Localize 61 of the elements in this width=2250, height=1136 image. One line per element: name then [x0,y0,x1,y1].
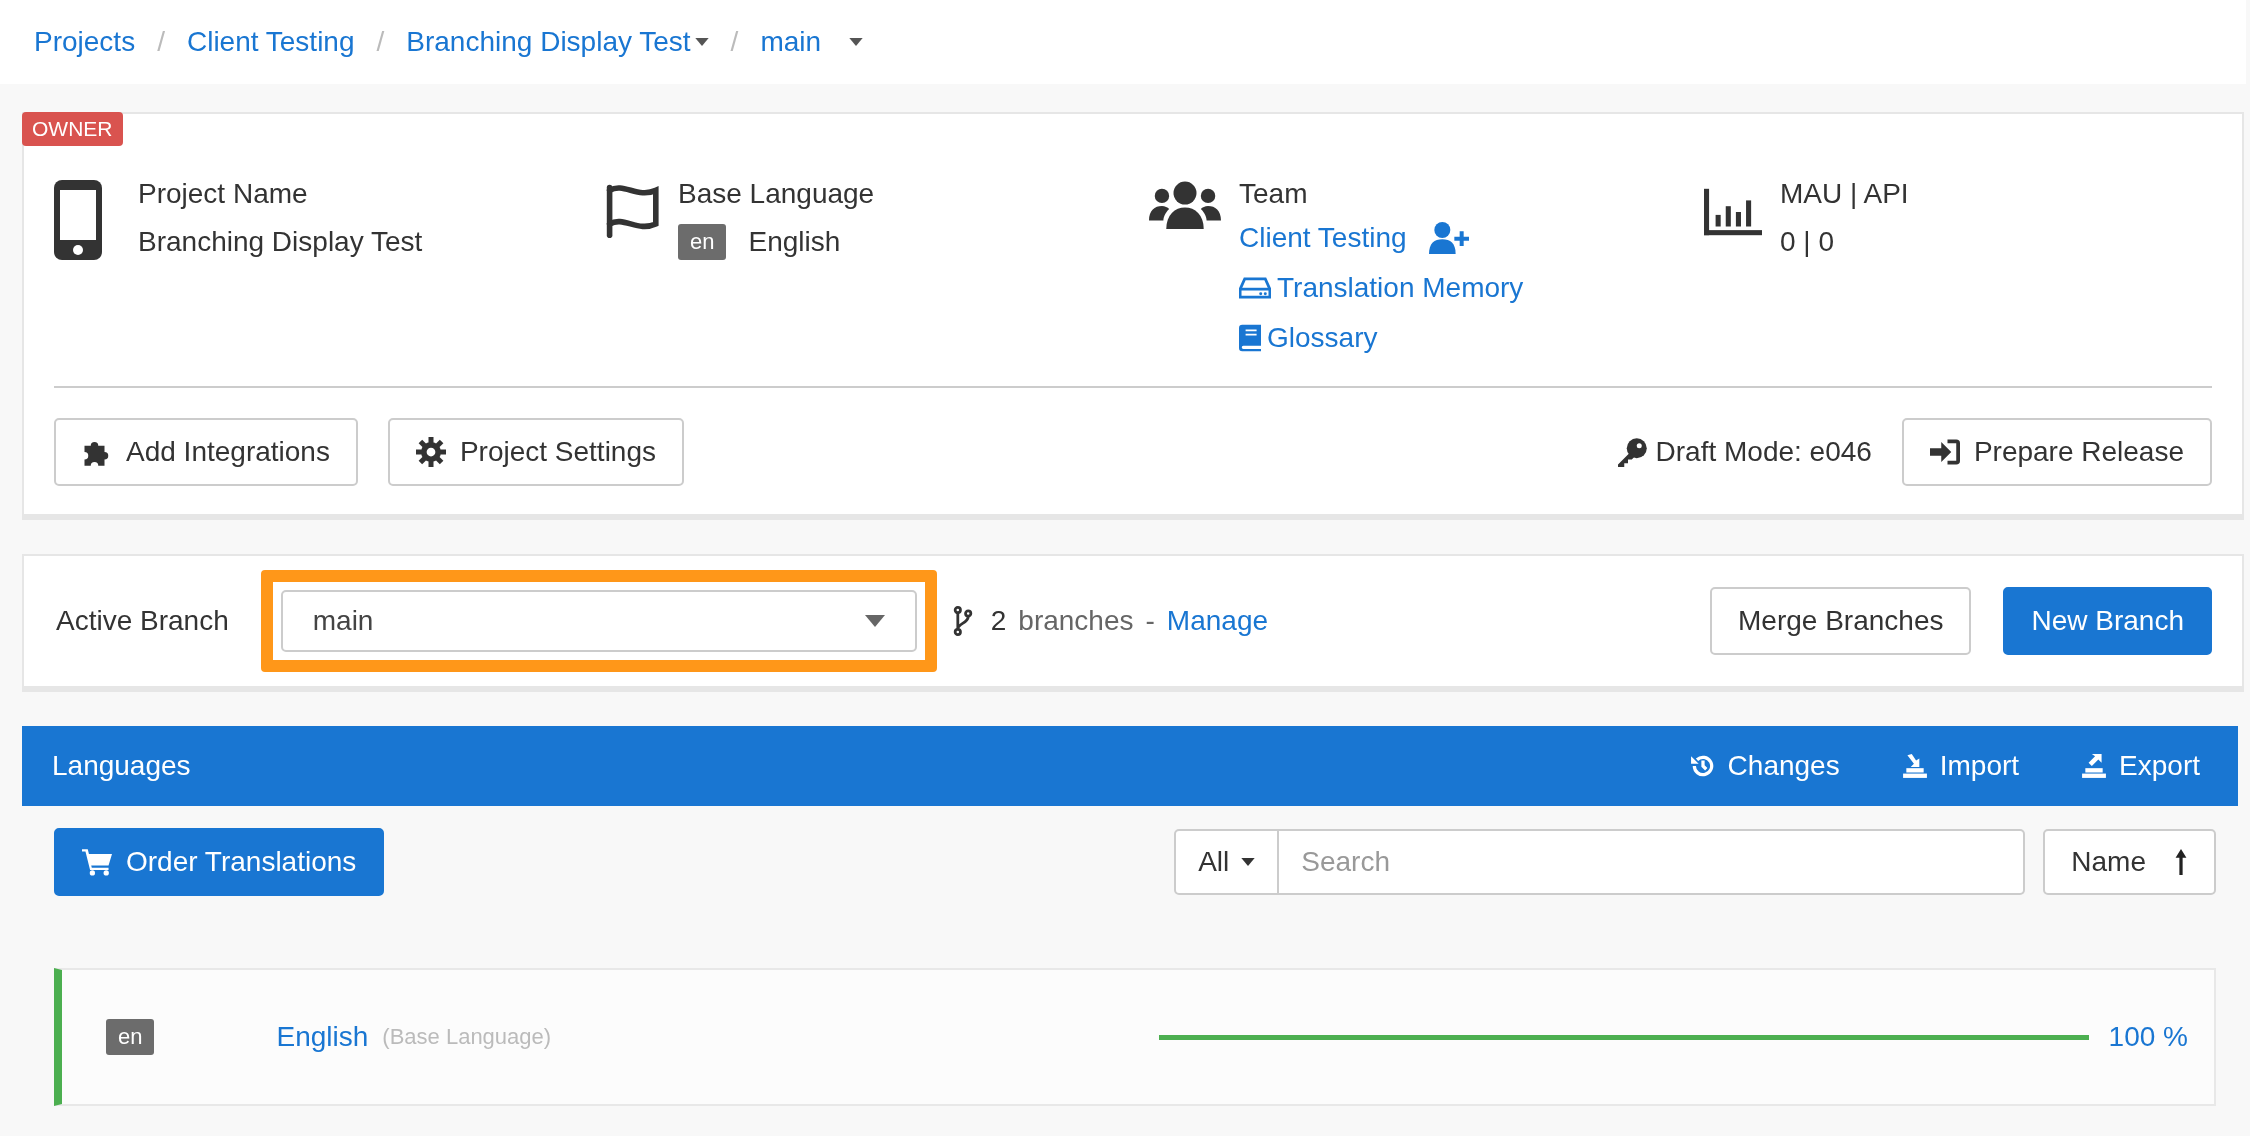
base-language-note: (Base Language) [382,1024,552,1050]
breadcrumb-link[interactable]: Branching Display Test [406,26,709,58]
breadcrumb-separator: / [376,26,385,58]
breadcrumb-link[interactable]: Projects [34,26,136,58]
team-resource-link[interactable]: Translation Memory [1277,272,1524,304]
phone-icon [54,180,102,260]
project-action-button[interactable]: Add Integrations [54,418,358,486]
field-label: Team [1239,177,1309,211]
drive-icon [1239,276,1271,300]
breadcrumb-separator: / [157,26,165,58]
history-icon [1689,753,1716,779]
branch-button[interactable]: New Branch [2003,587,2212,655]
team-resource-link[interactable]: Glossary [1267,322,1378,354]
header-action-link[interactable]: Import [1901,750,2020,782]
arrow-up-icon [2174,849,2188,875]
language-code-badge: en [106,1019,155,1055]
branch-count-label: branches [1018,605,1134,637]
sort-button[interactable]: Name [2043,829,2216,895]
import-icon [1901,753,1928,779]
header-action-link[interactable]: Changes [1689,750,1840,782]
separator: - [1145,605,1155,637]
manage-link[interactable]: Manage [1166,605,1269,637]
branch-count: 2 [990,605,1007,637]
caret-icon [694,38,709,46]
draft-mode-label: Draft Mode: e046 [1655,436,1872,468]
breadcrumb-separator: / [730,26,739,58]
language-code-badge: en [678,224,727,260]
field-label: MAU | API [1780,177,1909,211]
add-user-icon[interactable] [1428,222,1469,254]
sign-in-icon [1929,437,1960,467]
breadcrumb-link[interactable]: Client Testing [186,26,355,58]
order-translations-button[interactable]: Order Translations [54,828,385,896]
caret-icon [864,615,885,627]
header-action-link[interactable]: Export [2081,750,2200,782]
owner-badge: OWNER [22,112,123,146]
caret-icon [1241,858,1256,866]
field-label: Project Name [138,177,309,211]
caret-icon [849,38,864,46]
book-icon [1239,324,1261,352]
progress-percent: 100 % [2108,1021,2188,1053]
project-name: Branching Display Test [138,225,423,259]
active-branch-label: Active Branch [56,605,229,637]
branch-button[interactable]: Merge Branches [1710,587,1972,655]
branch-select[interactable]: main [280,590,917,652]
branch-icon [952,606,973,636]
users-icon [1149,180,1221,232]
settings-icon [415,437,446,467]
languages-title: Languages [52,750,191,782]
project-action-button[interactable]: Project Settings [387,418,685,486]
cart-icon [82,847,112,877]
breadcrumb-link[interactable]: main [760,26,864,58]
prepare-release-button[interactable]: Prepare Release [1901,418,2212,486]
filter-dropdown[interactable]: All [1174,829,1280,895]
key-icon [1617,437,1648,467]
bar-chart-icon [1704,188,1762,236]
field-label: Base Language [678,177,875,211]
team-link[interactable]: Client Testing [1239,222,1407,254]
export-icon [2081,753,2108,779]
language-link[interactable]: English [276,1021,369,1053]
base-language: English [748,225,841,259]
usage-value: 0 | 0 [1780,225,1835,259]
